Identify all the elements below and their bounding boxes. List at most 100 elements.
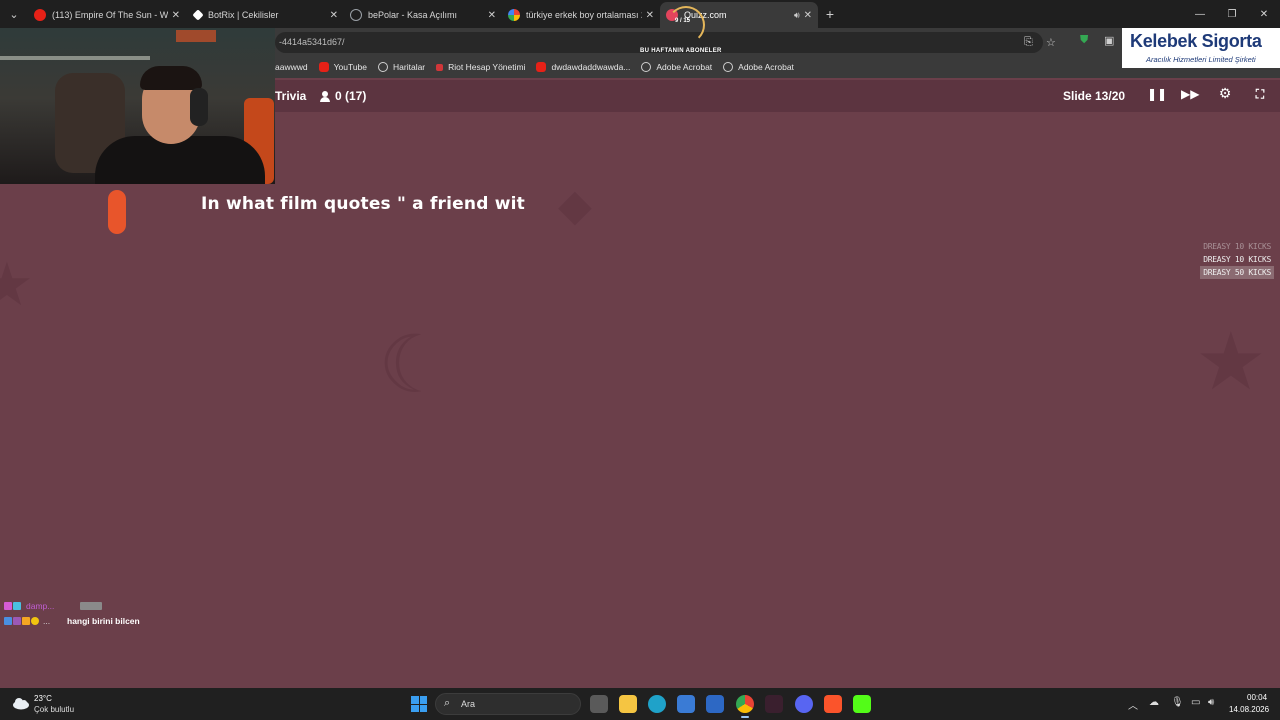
url-text: -4414a5341d67/ <box>279 37 345 47</box>
clock-date[interactable]: 14.08.2026 <box>1229 705 1269 714</box>
webcam-overlay <box>0 28 275 184</box>
close-window-icon[interactable]: ✕ <box>1248 0 1280 28</box>
kick-alerts: DREASY 10 KICKS DREASY 10 KICKS DREASY 5… <box>1200 240 1274 279</box>
stream-mascot-icon <box>108 190 126 234</box>
globe-icon <box>378 62 389 72</box>
google-favicon-icon <box>508 9 520 21</box>
kick-alert: DREASY 10 KICKS <box>1203 242 1271 251</box>
tab-bepolar[interactable]: bePolar - Kasa Açılımı ✕ <box>344 2 502 28</box>
bookmark-item[interactable]: Adobe Acrobat <box>723 62 794 72</box>
close-icon[interactable]: ✕ <box>646 10 654 21</box>
clock-time[interactable]: 00:04 <box>1247 693 1267 702</box>
taskbar-search[interactable]: ⌕ Ara <box>435 693 581 715</box>
tab-google-search[interactable]: türkiye erkek boy ortalaması 20 ✕ <box>502 2 660 28</box>
youtube-favicon-icon <box>34 9 46 21</box>
restore-icon[interactable]: ❐ <box>1216 0 1248 28</box>
youtube-icon <box>318 62 329 72</box>
speaker-icon[interactable]: 🔊︎ <box>794 10 800 21</box>
chat-badge-icon <box>13 616 21 625</box>
tab-title: (113) Empire Of The Sun - We A <box>52 10 168 20</box>
bookmark-item[interactable]: aawwwd <box>275 62 308 72</box>
bookmark-item[interactable]: Haritalar <box>378 62 425 72</box>
bookmark-label: Adobe Acrobat <box>656 62 713 72</box>
discord-icon[interactable] <box>795 695 813 713</box>
task-view-icon[interactable] <box>590 695 608 713</box>
store-icon[interactable] <box>677 695 695 713</box>
tab-youtube[interactable]: (113) Empire Of The Sun - We A ✕ <box>28 2 186 28</box>
bookmark-star-icon[interactable]: ☆ <box>1046 36 1056 49</box>
microphone-icon[interactable]: 🎙︎ <box>1171 697 1184 708</box>
bookmark-item[interactable]: dwdawdaddwawda... <box>536 62 630 72</box>
globe-icon <box>723 62 734 72</box>
kick-alert: DREASY 10 KICKS <box>1203 255 1271 264</box>
streaming-app-icon[interactable] <box>765 695 783 713</box>
chrome-icon[interactable] <box>736 695 754 718</box>
slide-counter: Slide 13/20 <box>1063 89 1126 103</box>
pause-icon[interactable]: ❚❚ <box>1147 87 1167 101</box>
subscriber-count: 9 / 15 <box>675 18 691 24</box>
brave-icon[interactable] <box>824 695 842 713</box>
moon-decoration-icon: ☾ <box>378 320 450 409</box>
weather-description[interactable]: Çok bulutlu <box>34 705 74 714</box>
stream-chat: damp... ... hangi birini bilcen <box>4 598 140 628</box>
volume-icon[interactable]: 🔊︎ <box>1208 697 1214 708</box>
tab-title: türkiye erkek boy ortalaması 20 <box>526 10 642 20</box>
settings-gear-icon[interactable]: ⚙ <box>1216 85 1234 102</box>
onedrive-icon[interactable]: ☁ <box>1149 697 1159 708</box>
star-decoration-icon: ★ <box>1195 317 1267 406</box>
globe-icon <box>641 62 652 72</box>
browser-tabstrip: ⌄ (113) Empire Of The Sun - We A ✕ BotRi… <box>0 0 1280 28</box>
candy-decoration-icon: ◆ <box>558 181 592 230</box>
tab-title: bePolar - Kasa Açılımı <box>368 10 458 20</box>
minimize-icon[interactable]: — <box>1184 0 1216 28</box>
bookmark-item[interactable]: Adobe Acrobat <box>641 62 712 72</box>
sponsor-subtitle: Aracılık Hizmetleri Limited Şirketi <box>1146 55 1256 64</box>
subscriber-goal-ring-icon <box>667 6 705 44</box>
tab-botrix[interactable]: BotRix | Cekilisler ✕ <box>186 2 344 28</box>
webcam-shelf <box>0 56 150 60</box>
chat-emote-icon <box>80 601 102 610</box>
display-icon[interactable]: ▭ <box>1191 697 1200 708</box>
tab-search-chevron-icon[interactable]: ⌄ <box>0 0 28 28</box>
close-icon[interactable]: ✕ <box>488 10 496 21</box>
person-icon <box>320 90 330 102</box>
kick-alert: DREASY 50 KICKS <box>1200 266 1274 279</box>
close-icon[interactable]: ✕ <box>330 10 338 21</box>
mail-icon[interactable] <box>706 695 724 713</box>
windows-start-icon[interactable] <box>411 696 427 712</box>
player-count-value: 0 (17) <box>335 89 367 103</box>
extension-icon[interactable]: ▣ <box>1104 34 1114 47</box>
subscriber-title: BU HAFTANIN ABONELER <box>640 48 722 54</box>
chat-badge-icon <box>22 616 30 625</box>
translate-icon[interactable]: ⎘ <box>1024 36 1033 49</box>
skip-forward-icon[interactable]: ▶▶ <box>1181 87 1199 101</box>
chat-username: ... <box>43 615 51 626</box>
tab-title: BotRix | Cekilisler <box>208 10 279 20</box>
bookmark-label: aawwwd <box>275 62 308 72</box>
star-decoration-icon: ★ <box>0 251 34 318</box>
riot-icon <box>436 63 444 71</box>
chevron-up-icon[interactable]: ︿ <box>1128 697 1138 712</box>
windows-taskbar: 23°C Çok bulutlu ⌕ Ara ︿ ☁ 🎙︎ ▭ 🔊︎ 00:04… <box>0 688 1280 720</box>
fullscreen-icon[interactable]: ⛶ <box>1251 87 1269 102</box>
weather-temperature[interactable]: 23°C <box>34 694 52 703</box>
shield-extension-icon[interactable]: ⛊ <box>1080 34 1088 47</box>
kick-app-icon[interactable] <box>853 695 871 713</box>
sponsor-name: Kelebek Sigorta <box>1130 31 1262 51</box>
youtube-icon <box>536 62 547 72</box>
chat-badge-icon <box>4 601 12 610</box>
chat-username: damp... <box>26 600 55 611</box>
webcam-poster <box>176 30 216 42</box>
bookmark-item[interactable]: Riot Hesap Yönetimi <box>436 62 525 72</box>
close-icon[interactable]: ✕ <box>804 10 812 21</box>
player-count: 0 (17) <box>320 89 366 103</box>
bookmark-item[interactable]: YouTube <box>318 62 367 72</box>
search-label: Ara <box>461 699 476 709</box>
file-explorer-icon[interactable] <box>619 695 637 713</box>
cloud-weather-icon[interactable] <box>12 696 30 710</box>
close-icon[interactable]: ✕ <box>172 10 180 21</box>
chat-badge-icon <box>31 616 39 625</box>
new-tab-button[interactable]: + <box>818 6 842 22</box>
sponsor-banner: Kelebek Sigorta Aracılık Hizmetleri Limi… <box>1122 28 1280 68</box>
edge-icon[interactable] <box>648 695 666 713</box>
